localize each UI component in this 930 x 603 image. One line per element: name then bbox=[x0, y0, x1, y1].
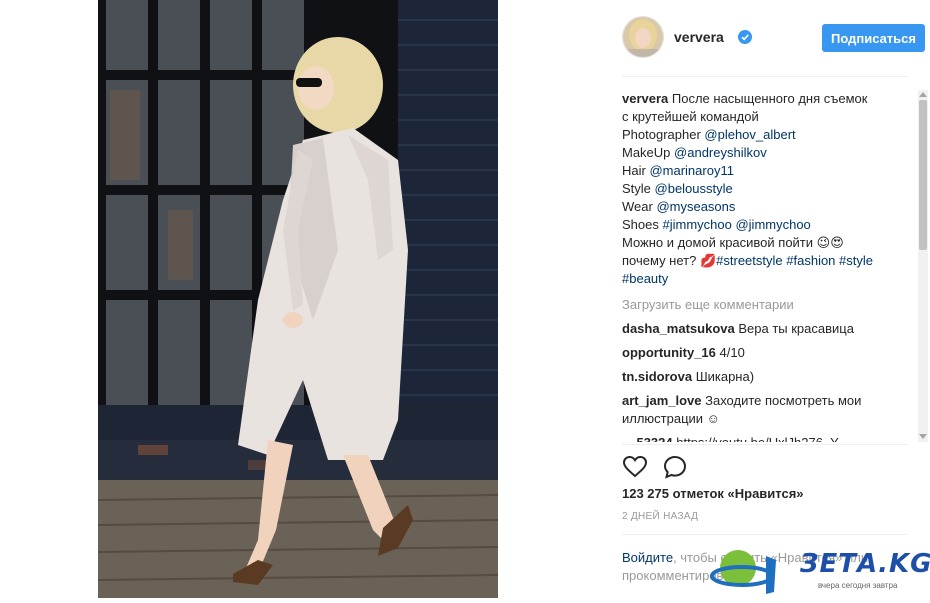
comments-scrollbar[interactable] bbox=[918, 90, 928, 442]
comment-item: tn.sidorova Шикарна) bbox=[622, 368, 902, 386]
load-more-comments[interactable]: Загрузить еще комментарии bbox=[622, 296, 902, 314]
caption-line: Wear @myseasons bbox=[622, 198, 902, 216]
caption-text: После насыщенного дня съемок bbox=[668, 91, 868, 106]
caption-line: MakeUp @andreyshilkov bbox=[622, 144, 902, 162]
caption-line: #beauty bbox=[622, 270, 902, 288]
site-watermark: ЗЕТА.KG вчера сегодня завтра bbox=[708, 546, 930, 598]
comments-list[interactable]: ververa После насыщенного дня съемок с кр… bbox=[622, 90, 902, 442]
caption-text: Shoes bbox=[622, 217, 663, 232]
scrollbar-thumb[interactable] bbox=[919, 100, 927, 250]
likes-count[interactable]: 123 275 отметок «Нравится» bbox=[622, 486, 804, 501]
watermark-tagline: вчера сегодня завтра bbox=[818, 581, 898, 590]
comment-item: __53324 https://youtu.be/UxlJh276_Y... bbox=[622, 434, 902, 442]
comment-item: art_jam_love Заходите посмотреть мои илл… bbox=[622, 392, 902, 428]
comment-username[interactable]: tn.sidorova bbox=[622, 369, 692, 384]
caption-line: почему нет? 💋#streetstyle #fashion #styl… bbox=[622, 252, 902, 270]
comment-text: https://youtu.be/UxlJh276_Y... bbox=[673, 435, 848, 442]
comment-username[interactable]: dasha_matsukova bbox=[622, 321, 735, 336]
post-actions bbox=[622, 454, 742, 480]
caption-text: Photographer bbox=[622, 127, 705, 142]
caption-text: Style bbox=[622, 181, 655, 196]
caption-text: Wear bbox=[622, 199, 657, 214]
mention-link[interactable]: @jimmychoo bbox=[735, 217, 810, 232]
caption-line: Можно и домой красивой пойти 😉😍 bbox=[622, 234, 902, 252]
post-header: ververa Подписаться bbox=[622, 16, 925, 60]
avatar[interactable] bbox=[622, 16, 664, 58]
mention-link[interactable]: @marinaroy11 bbox=[649, 163, 734, 178]
caption-line: Hair @marinaroy11 bbox=[622, 162, 902, 180]
post-photo[interactable] bbox=[98, 0, 498, 598]
watermark-globe-icon bbox=[710, 550, 776, 594]
caption-text: почему нет? 💋 bbox=[622, 253, 717, 268]
login-divider bbox=[622, 534, 908, 535]
hashtag-link[interactable]: #jimmychoo bbox=[662, 217, 731, 232]
comment-text: Шикарна) bbox=[692, 369, 755, 384]
comment-username[interactable]: art_jam_love bbox=[622, 393, 702, 408]
mention-link[interactable]: @belousstyle bbox=[655, 181, 733, 196]
hashtag-link[interactable]: #fashion bbox=[786, 253, 835, 268]
scroll-down-arrow-icon[interactable] bbox=[919, 434, 927, 439]
mention-link[interactable]: @andreyshilkov bbox=[674, 145, 767, 160]
caption-line: ververa После насыщенного дня съемок bbox=[622, 90, 902, 108]
comment-text: 4/10 bbox=[715, 345, 745, 360]
hashtag-link[interactable]: #style bbox=[839, 253, 873, 268]
post-sidebar: ververa Подписаться ververa После насыще… bbox=[606, 0, 930, 598]
post-username[interactable]: ververa bbox=[674, 29, 724, 45]
follow-button[interactable]: Подписаться bbox=[822, 24, 925, 52]
post-caption: ververa После насыщенного дня съемок с кр… bbox=[622, 90, 902, 288]
caption-line: Style @belousstyle bbox=[622, 180, 902, 198]
caption-line: Photographer @plehov_albert bbox=[622, 126, 902, 144]
comment-username[interactable]: __53324 bbox=[622, 435, 673, 442]
comment-item: dasha_matsukova Вера ты красавица bbox=[622, 320, 902, 338]
caption-line: с крутейшей командой bbox=[622, 108, 902, 126]
caption-line: Shoes #jimmychoo @jimmychoo bbox=[622, 216, 902, 234]
comment-icon[interactable] bbox=[662, 454, 688, 480]
heart-icon[interactable] bbox=[622, 454, 648, 480]
header-divider bbox=[622, 76, 908, 77]
comment-item: opportunity_16 4/10 bbox=[622, 344, 902, 362]
comment-text: Вера ты красавица bbox=[734, 321, 854, 336]
post-timestamp: 2 ДНЕЙ НАЗАД bbox=[622, 511, 699, 522]
verified-badge-icon bbox=[738, 30, 752, 44]
caption-text: Можно и домой красивой пойти 😉😍 bbox=[622, 235, 844, 250]
actions-divider bbox=[622, 444, 908, 445]
comment-username[interactable]: opportunity_16 bbox=[622, 345, 716, 360]
caption-author[interactable]: ververa bbox=[622, 91, 668, 106]
hashtag-link[interactable]: #streetstyle bbox=[716, 253, 782, 268]
mention-link[interactable]: @myseasons bbox=[656, 199, 735, 214]
caption-text: Hair bbox=[622, 163, 650, 178]
caption-text: MakeUp bbox=[622, 145, 675, 160]
hashtag-link[interactable]: #beauty bbox=[622, 271, 668, 286]
caption-text: с крутейшей командой bbox=[622, 109, 759, 124]
login-link[interactable]: Войдите bbox=[622, 550, 673, 565]
mention-link[interactable]: @plehov_albert bbox=[704, 127, 795, 142]
watermark-logo-text: ЗЕТА.KG bbox=[800, 549, 930, 579]
scroll-up-arrow-icon[interactable] bbox=[919, 92, 927, 97]
